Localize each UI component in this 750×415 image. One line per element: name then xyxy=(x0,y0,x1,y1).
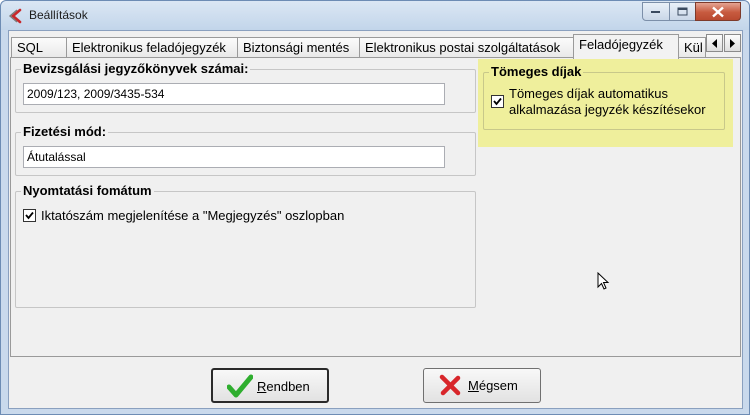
checkmark-icon xyxy=(227,374,253,398)
close-button[interactable] xyxy=(695,2,741,21)
maximize-button[interactable] xyxy=(669,2,696,21)
tab-sql[interactable]: SQL xyxy=(11,37,67,58)
ok-button[interactable]: Rendben xyxy=(211,368,329,403)
minimize-button[interactable] xyxy=(642,2,670,21)
group-title: Bevizsgálási jegyzőkönyvek számai: xyxy=(21,61,251,76)
tab-electronic-register[interactable]: Elektronikus feladójegyzék xyxy=(66,37,238,58)
group-title: Nyomtatási fomátum xyxy=(21,183,154,198)
tab-label: Elektronikus feladójegyzék xyxy=(72,40,226,55)
ok-button-label: Rendben xyxy=(257,379,310,394)
print-regno-checkbox[interactable] xyxy=(23,209,36,222)
arrow-right-icon xyxy=(730,39,735,48)
protocol-numbers-group: Bevizsgálási jegyzőkönyvek számai: 2009/… xyxy=(15,61,476,113)
tab-label: Feladójegyzék xyxy=(579,37,663,52)
button-bar: Rendben Mégsem xyxy=(9,358,742,408)
bulk-fees-group: Tömeges díjak Tömeges díjak automatikus … xyxy=(483,64,725,130)
tab-scroll-left-button[interactable] xyxy=(706,34,723,52)
tab-panel-sender-register: Bevizsgálási jegyzőkönyvek számai: 2009/… xyxy=(10,57,741,357)
bulk-fees-checkbox-row[interactable]: Tömeges díjak automatikus alkalmazása je… xyxy=(491,86,721,120)
settings-window: Beállítások SQL Elektronikus feladójegyz… xyxy=(0,0,750,415)
group-title: Fizetési mód: xyxy=(21,124,109,139)
cross-icon xyxy=(439,374,461,396)
tab-other[interactable]: Kül xyxy=(678,37,706,58)
payment-method-group: Fizetési mód: Átutalással xyxy=(15,124,476,176)
tab-strip: SQL Elektronikus feladójegyzék Biztonság… xyxy=(9,34,742,59)
check-icon xyxy=(25,211,34,220)
bulk-fees-label-line2: alkalmazása jegyzék készítésekor xyxy=(509,102,706,117)
tab-scroll-right-button[interactable] xyxy=(724,34,741,52)
print-regno-checkbox-row[interactable]: Iktatószám megjelenítése a "Megjegyzés" … xyxy=(23,208,463,224)
title-bar[interactable]: Beállítások xyxy=(1,1,749,30)
check-icon xyxy=(493,97,502,106)
tab-label: Biztonsági mentés xyxy=(243,40,350,55)
print-regno-label: Iktatószám megjelenítése a "Megjegyzés" … xyxy=(41,208,345,223)
tab-sender-register[interactable]: Feladójegyzék xyxy=(573,34,679,59)
bulk-fees-label-line1: Tömeges díjak automatikus xyxy=(509,86,668,101)
print-format-group: Nyomtatási fomátum Iktatószám megjelenít… xyxy=(15,183,476,308)
cancel-button[interactable]: Mégsem xyxy=(423,368,541,403)
tab-label: SQL xyxy=(17,40,44,55)
dialog-client: SQL Elektronikus feladójegyzék Biztonság… xyxy=(8,30,743,409)
cancel-button-label: Mégsem xyxy=(468,378,518,393)
app-icon xyxy=(8,8,22,24)
close-icon xyxy=(712,6,724,17)
tab-label: Elektronikus postai szolgáltatások xyxy=(365,40,561,55)
bulk-fees-checkbox[interactable] xyxy=(491,95,504,108)
tab-label: Kül xyxy=(684,40,703,55)
arrow-left-icon xyxy=(712,39,717,48)
tab-postal-services[interactable]: Elektronikus postai szolgáltatások xyxy=(359,37,575,58)
window-title: Beállítások xyxy=(29,8,88,22)
tab-backup[interactable]: Biztonsági mentés xyxy=(237,37,360,58)
mouse-cursor-icon xyxy=(597,272,610,290)
group-title: Tömeges díjak xyxy=(489,64,584,79)
protocol-numbers-input[interactable]: 2009/123, 2009/3435-534 xyxy=(23,83,445,105)
minimize-icon xyxy=(651,10,660,13)
payment-method-input[interactable]: Átutalással xyxy=(23,146,445,168)
maximize-icon xyxy=(677,7,687,15)
